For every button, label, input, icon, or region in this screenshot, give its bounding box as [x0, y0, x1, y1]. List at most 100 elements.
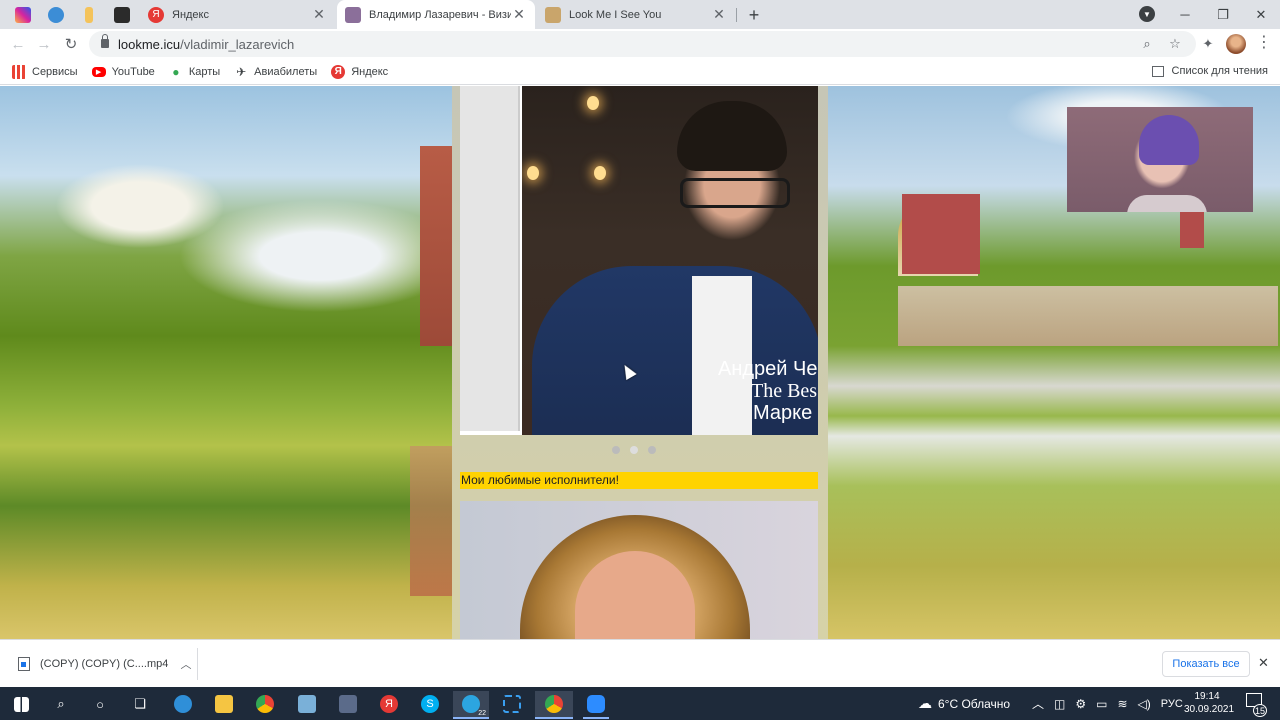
close-tab-icon[interactable]: ✕ [311, 6, 327, 23]
clock-time: 19:14 [1194, 691, 1220, 702]
tab-instagram[interactable] [6, 0, 39, 29]
volume-icon[interactable]: ◁) [1138, 697, 1151, 711]
bookmark-label: Авиабилеты [254, 65, 318, 78]
back-arrow-icon[interactable]: ← [8, 34, 28, 54]
caption-line-2: The Bes [751, 380, 818, 402]
bookmark-services[interactable]: Сервисы [12, 64, 78, 79]
chrome-icon[interactable] [252, 691, 278, 717]
lookme-icon [545, 6, 561, 23]
download-file-name: (COPY) (COPY) (C....mp4 [40, 658, 169, 670]
url-text[interactable]: lookme.icu/vladimir_lazarevich [118, 37, 294, 52]
webcam-person-body [1127, 195, 1207, 212]
app-icon[interactable] [294, 691, 320, 717]
apps-grid-icon [12, 64, 26, 79]
lock-icon[interactable] [101, 34, 109, 48]
skype-icon[interactable]: S [417, 691, 443, 717]
edge-icon[interactable] [170, 691, 196, 717]
page-icon [345, 6, 361, 23]
address-bar[interactable]: lookme.icu/vladimir_lazarevich ⌕ ☆ [89, 31, 1196, 57]
close-downloads-icon[interactable]: ✕ [1258, 655, 1272, 671]
carousel-dot[interactable] [648, 446, 656, 454]
system-clock[interactable]: 19:14 30.09.2021 [1184, 690, 1235, 716]
url-host: lookme.icu [118, 37, 181, 52]
active-indicator [535, 717, 573, 719]
download-item[interactable]: (COPY) (COPY) (C....mp4 ︿ [10, 646, 196, 682]
bookmark-yandex[interactable]: Я Яндекс [331, 64, 388, 79]
carousel-slide-photo[interactable]: Андрей Че The Bes Марке [522, 86, 818, 435]
calculator-icon[interactable] [335, 691, 361, 717]
tab-bookmark[interactable] [72, 0, 105, 29]
wifi-icon[interactable]: ≋ [1117, 697, 1127, 711]
chevron-up-icon[interactable]: ︿ [1032, 695, 1044, 712]
tab-title: Владимир Лазаревич - Визитка [369, 8, 511, 21]
bookmark-maps[interactable]: ● Карты [169, 65, 220, 79]
close-tab-icon[interactable]: ✕ [511, 6, 527, 23]
zoom-search-icon[interactable]: ⌕ [1139, 36, 1155, 52]
bookmark-youtube[interactable]: ▶ YouTube [91, 66, 155, 78]
carousel-dot[interactable] [612, 446, 620, 454]
search-icon[interactable]: ⌕ [48, 691, 74, 717]
carousel-previous-slide[interactable] [460, 86, 520, 431]
video-file-icon [18, 657, 30, 671]
yandex-icon: Я [148, 6, 164, 23]
tab-yandex[interactable]: Я Яндекс ✕ [140, 0, 335, 29]
new-tab-button[interactable]: + [743, 4, 765, 26]
bookmarks-bar: Сервисы ▶ YouTube ● Карты ✈ Авиабилеты Я… [0, 59, 1280, 85]
maximize-icon[interactable]: ❐ [1204, 7, 1242, 23]
web-page: Андрей Че The Bes Марке Мои любимые испо… [0, 86, 1280, 639]
gear-icon[interactable]: ⚙ [1075, 697, 1086, 711]
profile-avatar[interactable] [1226, 34, 1246, 54]
task-view-icon[interactable]: ❏ [127, 691, 153, 717]
active-indicator [453, 717, 489, 719]
snipping-tool-icon[interactable] [499, 691, 525, 717]
tab-globe[interactable] [39, 0, 72, 29]
red-tower-small-image [1180, 208, 1204, 248]
system-tray: ︿ ◫ ⚙ ▭ ≋ ◁) РУС [1032, 687, 1183, 720]
window-controls: ─ ❐ ✕ [1166, 0, 1280, 29]
clock-date: 30.09.2021 [1184, 704, 1235, 715]
reading-list-label: Список для чтения [1171, 65, 1268, 77]
weather-widget[interactable]: ☁ 6°C Облачно [918, 687, 1010, 720]
zoom-icon[interactable] [583, 691, 609, 717]
windows-taskbar: ⌕ ○ ❏ Я S 22 ☁ 6°C Облачно ︿ ◫ ⚙ ▭ ≋ ◁) … [0, 687, 1280, 720]
bookmark-flights[interactable]: ✈ Авиабилеты [234, 65, 317, 79]
carousel-dots [612, 446, 656, 454]
dark-site-icon [113, 6, 130, 23]
battery-icon[interactable]: ▭ [1096, 697, 1107, 711]
cortana-circle-icon[interactable]: ○ [87, 691, 113, 717]
webcam-overlay [1067, 107, 1253, 212]
active-indicator [583, 717, 609, 719]
file-explorer-icon[interactable] [211, 691, 237, 717]
url-path: /vladimir_lazarevich [180, 37, 295, 52]
close-window-icon[interactable]: ✕ [1242, 7, 1280, 23]
carousel-dot-active[interactable] [630, 446, 638, 454]
close-tab-icon[interactable]: ✕ [711, 6, 727, 23]
person-hair [677, 101, 787, 171]
more-menu-icon[interactable]: ⋮ [1256, 34, 1272, 54]
tab-vladimir-active[interactable]: Владимир Лазаревич - Визитка ✕ [337, 0, 535, 29]
forward-arrow-icon[interactable]: → [34, 34, 54, 54]
weather-text: 6°C Облачно [938, 696, 1011, 711]
show-all-downloads-button[interactable]: Показать все [1162, 651, 1250, 677]
reload-icon[interactable]: ↻ [61, 34, 81, 54]
windows-start-icon[interactable] [8, 691, 34, 717]
yandex-browser-icon[interactable]: Я [376, 691, 402, 717]
language-indicator[interactable]: РУС [1161, 698, 1183, 710]
reading-list-button[interactable]: Список для чтения [1151, 65, 1268, 77]
minimize-icon[interactable]: ─ [1166, 7, 1204, 22]
telegram-icon[interactable]: 22 [453, 691, 489, 717]
lamp-light [594, 166, 606, 180]
chevron-up-icon[interactable]: ︿ [176, 656, 196, 672]
meet-now-icon[interactable]: ◫ [1054, 697, 1065, 711]
tab-lookme[interactable]: Look Me I See You ✕ [537, 0, 735, 29]
downloads-bar: (COPY) (COPY) (C....mp4 ︿ Показать все ✕ [0, 639, 1280, 687]
maps-pin-icon: ● [172, 64, 180, 79]
monastery-wall-image [898, 286, 1278, 346]
extensions-puzzle-icon[interactable]: ✦ [1200, 36, 1216, 52]
tab-dark-site[interactable] [105, 0, 138, 29]
star-bookmark-icon[interactable]: ☆ [1167, 36, 1183, 52]
cloud-icon: ☁ [918, 695, 932, 711]
artist-portrait[interactable] [460, 501, 818, 639]
chrome-active-icon[interactable] [535, 691, 573, 717]
tab-search-icon[interactable]: ▼ [1139, 6, 1155, 22]
